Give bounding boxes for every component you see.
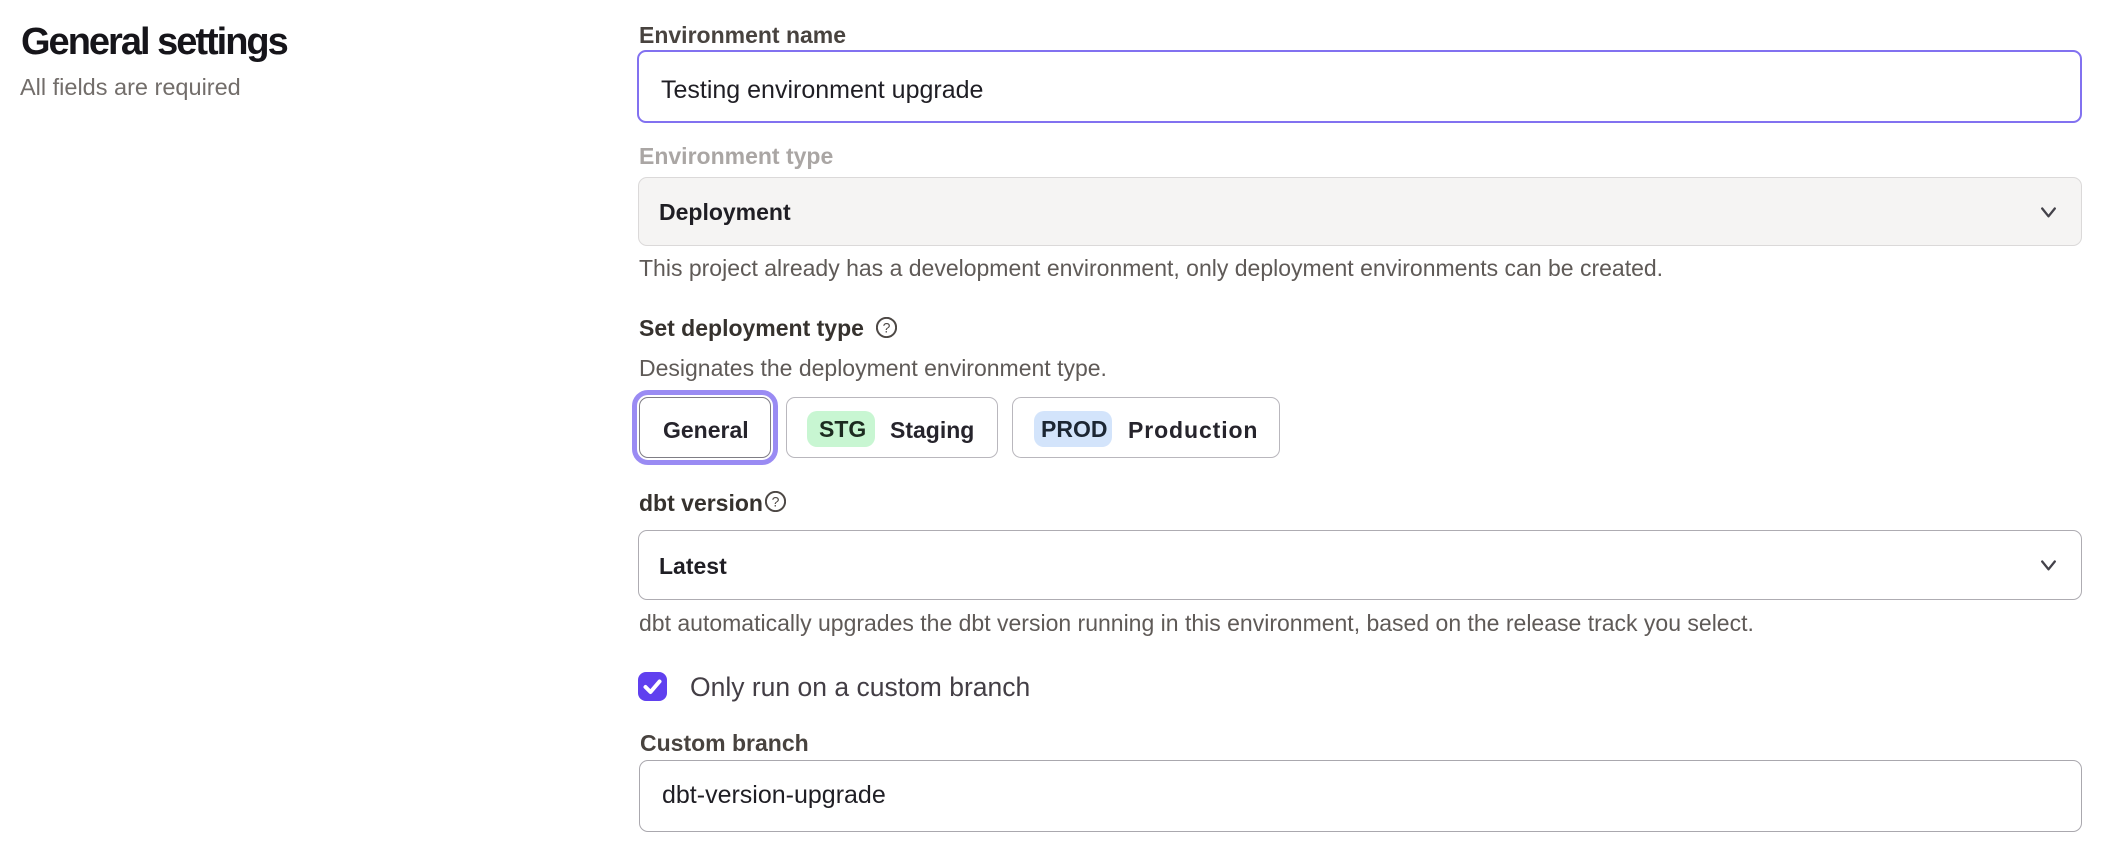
svg-text:?: ? xyxy=(772,493,780,509)
svg-text:?: ? xyxy=(883,319,891,335)
